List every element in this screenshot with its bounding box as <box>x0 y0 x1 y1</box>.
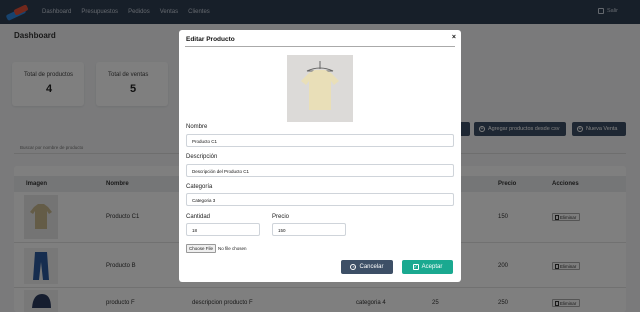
descripcion-label: Descripción <box>186 154 218 160</box>
x-circle-icon: × <box>350 264 357 270</box>
check-icon: ✓ <box>412 264 419 270</box>
descripcion-field[interactable]: Descripción del Producto C1 <box>186 164 454 177</box>
file-input: Choose File No file chosen <box>186 244 247 253</box>
edit-product-modal: Editar Producto × Nombre Producto C1 Des… <box>179 30 461 282</box>
cantidad-label: Cantidad <box>186 214 211 220</box>
accept-button[interactable]: ✓ Aceptar <box>402 260 453 274</box>
cancel-button[interactable]: × Cancelar <box>341 260 393 274</box>
product-image-preview <box>287 55 353 122</box>
cancel-label: Cancelar <box>359 264 384 270</box>
choose-file-button[interactable]: Choose File <box>186 244 217 253</box>
nombre-label: Nombre <box>186 124 208 130</box>
modal-title: Editar Producto <box>186 36 235 43</box>
accept-label: Aceptar <box>421 264 443 270</box>
cantidad-field[interactable]: 18 <box>186 223 260 236</box>
tshirt-icon <box>301 61 339 110</box>
file-status: No file chosen <box>218 246 247 251</box>
categoria-label: Categoría <box>186 184 213 190</box>
precio-label: Precio <box>272 214 290 220</box>
close-icon[interactable]: × <box>452 34 456 41</box>
nombre-field[interactable]: Producto C1 <box>186 134 454 147</box>
modal-divider <box>185 46 455 47</box>
precio-field[interactable]: 150 <box>272 223 346 236</box>
categoria-field[interactable]: Categoria 3 <box>186 193 454 206</box>
